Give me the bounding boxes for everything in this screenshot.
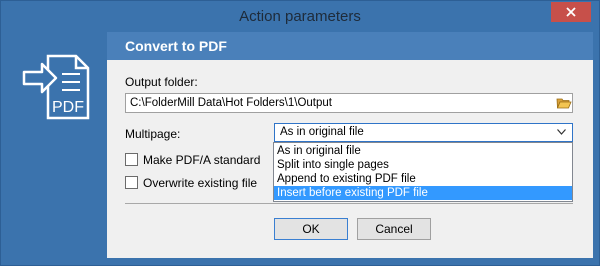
output-folder-input[interactable]: C:\FolderMill Data\Hot Folders\1\Output <box>125 93 573 113</box>
ok-button[interactable]: OK <box>274 218 348 240</box>
dropdown-option[interactable]: Append to existing PDF file <box>274 172 572 186</box>
close-icon <box>566 7 576 17</box>
close-button[interactable] <box>551 2 591 22</box>
overwrite-checkbox[interactable] <box>125 176 138 189</box>
pdfa-checkbox-label: Make PDF/A standard <box>143 153 261 167</box>
pdfa-checkbox[interactable] <box>125 153 138 166</box>
multipage-select[interactable]: As in original file <box>274 123 573 142</box>
window-title: Action parameters <box>239 8 361 25</box>
content-panel: Convert to PDF Output folder: C:\FolderM… <box>107 32 593 258</box>
action-parameters-dialog: Action parameters PDF Convert to PDF Out… <box>0 0 600 266</box>
multipage-label: Multipage: <box>125 127 181 141</box>
multipage-selected-value: As in original file <box>280 126 364 138</box>
cancel-button[interactable]: Cancel <box>357 218 431 240</box>
sidebar: PDF <box>8 32 107 258</box>
title-bar[interactable]: Action parameters <box>1 1 599 32</box>
action-title: Convert to PDF <box>125 38 227 54</box>
pdf-icon-text: PDF <box>52 99 84 116</box>
output-folder-label: Output folder: <box>125 75 198 89</box>
dropdown-option-highlighted[interactable]: Insert before existing PDF file <box>274 186 572 200</box>
multipage-dropdown-list: As in original file Split into single pa… <box>273 142 573 202</box>
header-band: Convert to PDF <box>107 32 593 60</box>
divider <box>125 203 573 204</box>
overwrite-checkbox-label: Overwrite existing file <box>143 176 258 190</box>
convert-to-pdf-icon: PDF <box>22 54 90 120</box>
chevron-down-icon <box>557 129 566 135</box>
dropdown-option[interactable]: As in original file <box>274 144 572 158</box>
dropdown-option[interactable]: Split into single pages <box>274 158 572 172</box>
folder-open-icon[interactable] <box>556 95 572 111</box>
